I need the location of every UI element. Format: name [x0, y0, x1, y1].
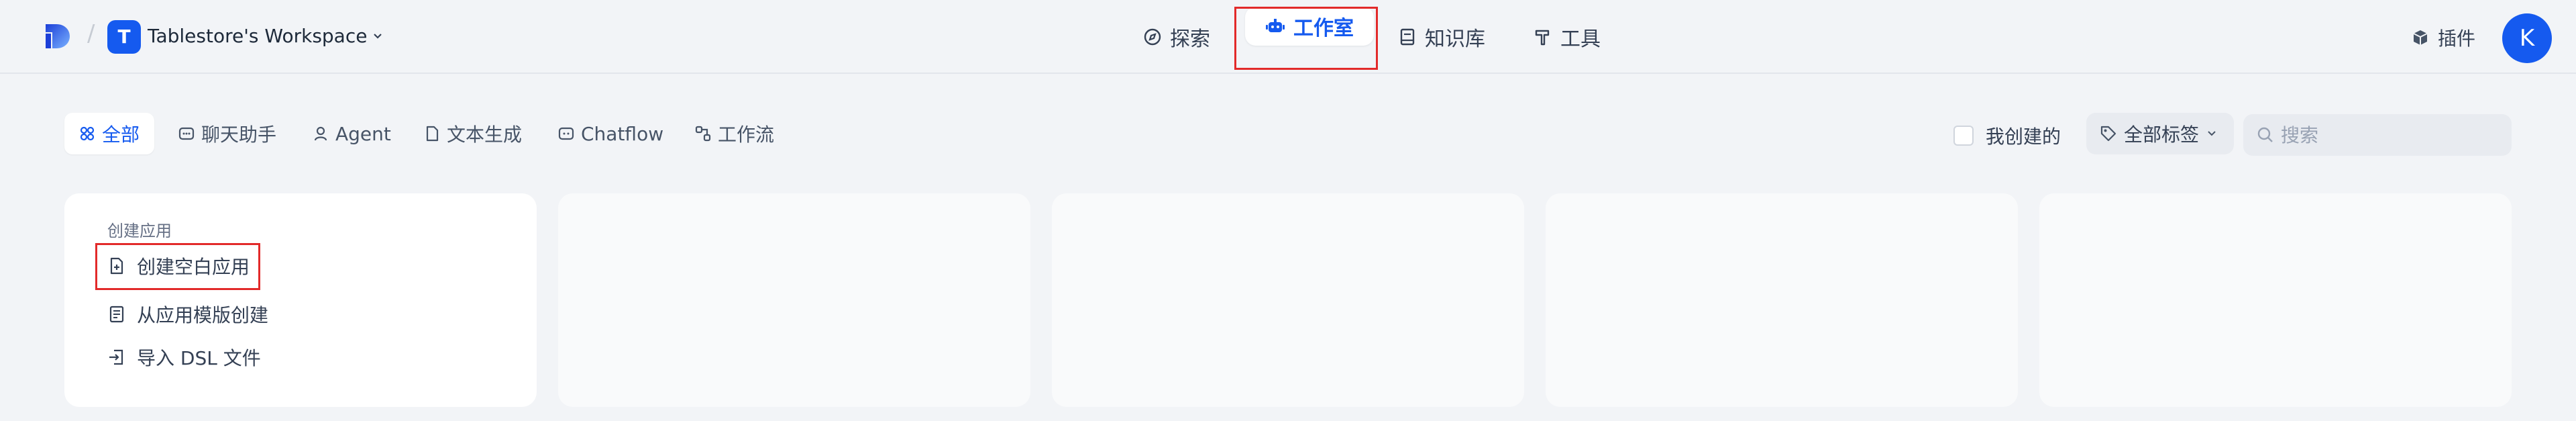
- chatflow-icon: [558, 126, 574, 142]
- cube-icon: [2411, 28, 2430, 47]
- workspace-name: Tablestore's Workspace: [148, 25, 368, 47]
- chevron-down-icon: [2206, 128, 2218, 140]
- create-from-template-button[interactable]: 从应用模版创建: [107, 301, 268, 328]
- nav-knowledge-label: 知识库: [1425, 28, 1485, 51]
- document-icon: [424, 126, 440, 142]
- tab-workflow[interactable]: 工作流: [695, 113, 774, 154]
- workflow-icon: [695, 126, 711, 142]
- tab-text-generation-label: 文本生成: [447, 124, 523, 146]
- tab-text-generation[interactable]: 文本生成: [424, 113, 522, 154]
- nav-tools-label: 工具: [1560, 28, 1601, 51]
- compass-icon: [1143, 28, 1162, 46]
- plugins-label: 插件: [2438, 28, 2476, 50]
- grid-icon: [79, 126, 95, 142]
- app-card-placeholder: [2039, 193, 2512, 407]
- search-icon: [2257, 126, 2274, 144]
- top-header: / T Tablestore's Workspace 探索 工作室 知识库 工具: [0, 0, 2576, 74]
- import-icon: [107, 348, 126, 367]
- chat-icon: [178, 126, 195, 142]
- tab-agent[interactable]: Agent: [313, 113, 391, 154]
- nav-studio-label: 工作室: [1293, 17, 1354, 40]
- tag-filter-select[interactable]: 全部标签: [2086, 113, 2234, 154]
- user-avatar[interactable]: K: [2502, 13, 2552, 63]
- file-plus-icon: [107, 256, 126, 275]
- create-app-title: 创建应用: [107, 222, 172, 240]
- create-from-template-label: 从应用模版创建: [137, 304, 269, 326]
- app-card-placeholder: [1052, 193, 1524, 407]
- import-dsl-label: 导入 DSL 文件: [137, 347, 261, 369]
- dify-logo-icon[interactable]: [43, 21, 72, 51]
- tab-chatflow[interactable]: Chatflow: [558, 113, 663, 154]
- tab-chatflow-label: Chatflow: [581, 122, 664, 145]
- chevron-down-icon: [371, 30, 384, 43]
- tab-agent-label: Agent: [335, 122, 391, 145]
- template-icon: [107, 305, 126, 324]
- import-dsl-button[interactable]: 导入 DSL 文件: [107, 344, 261, 371]
- tag-icon: [2100, 125, 2117, 142]
- my-created-filter[interactable]: 我创建的: [1953, 122, 2061, 149]
- search-input[interactable]: [2281, 124, 2496, 146]
- my-created-label: 我创建的: [1986, 126, 2061, 148]
- workspace-avatar[interactable]: T: [107, 20, 141, 54]
- app-card-placeholder: [558, 193, 1030, 407]
- plugins-button[interactable]: 插件: [2411, 24, 2475, 51]
- nav-studio[interactable]: 工作室: [1245, 7, 1374, 46]
- app-card-placeholder: [1546, 193, 2018, 407]
- nav-knowledge[interactable]: 知识库: [1398, 13, 1485, 60]
- nav-tools[interactable]: 工具: [1534, 13, 1601, 60]
- tag-filter-label: 全部标签: [2124, 124, 2200, 146]
- tab-chat-assistant[interactable]: 聊天助手: [178, 113, 276, 154]
- nav-explore-label: 探索: [1170, 28, 1210, 51]
- create-blank-app-button[interactable]: 创建空白应用: [107, 252, 250, 279]
- agent-icon: [313, 126, 329, 142]
- search-box[interactable]: [2243, 114, 2512, 156]
- hammer-icon: [1534, 28, 1552, 46]
- workspace-switcher[interactable]: Tablestore's Workspace: [148, 25, 384, 47]
- create-blank-app-label: 创建空白应用: [137, 256, 250, 278]
- tab-chat-assistant-label: 聊天助手: [201, 124, 277, 146]
- robot-icon: [1265, 16, 1285, 36]
- tab-workflow-label: 工作流: [718, 124, 775, 146]
- breadcrumb-separator: /: [87, 20, 95, 47]
- my-created-checkbox[interactable]: [1953, 126, 1974, 146]
- tab-all[interactable]: 全部: [64, 113, 155, 154]
- create-app-card: 创建应用 创建空白应用 从应用模版创建 导入 DSL 文件: [64, 193, 537, 407]
- book-icon: [1398, 28, 1417, 46]
- tab-all-label: 全部: [102, 124, 140, 146]
- nav-explore[interactable]: 探索: [1143, 13, 1210, 60]
